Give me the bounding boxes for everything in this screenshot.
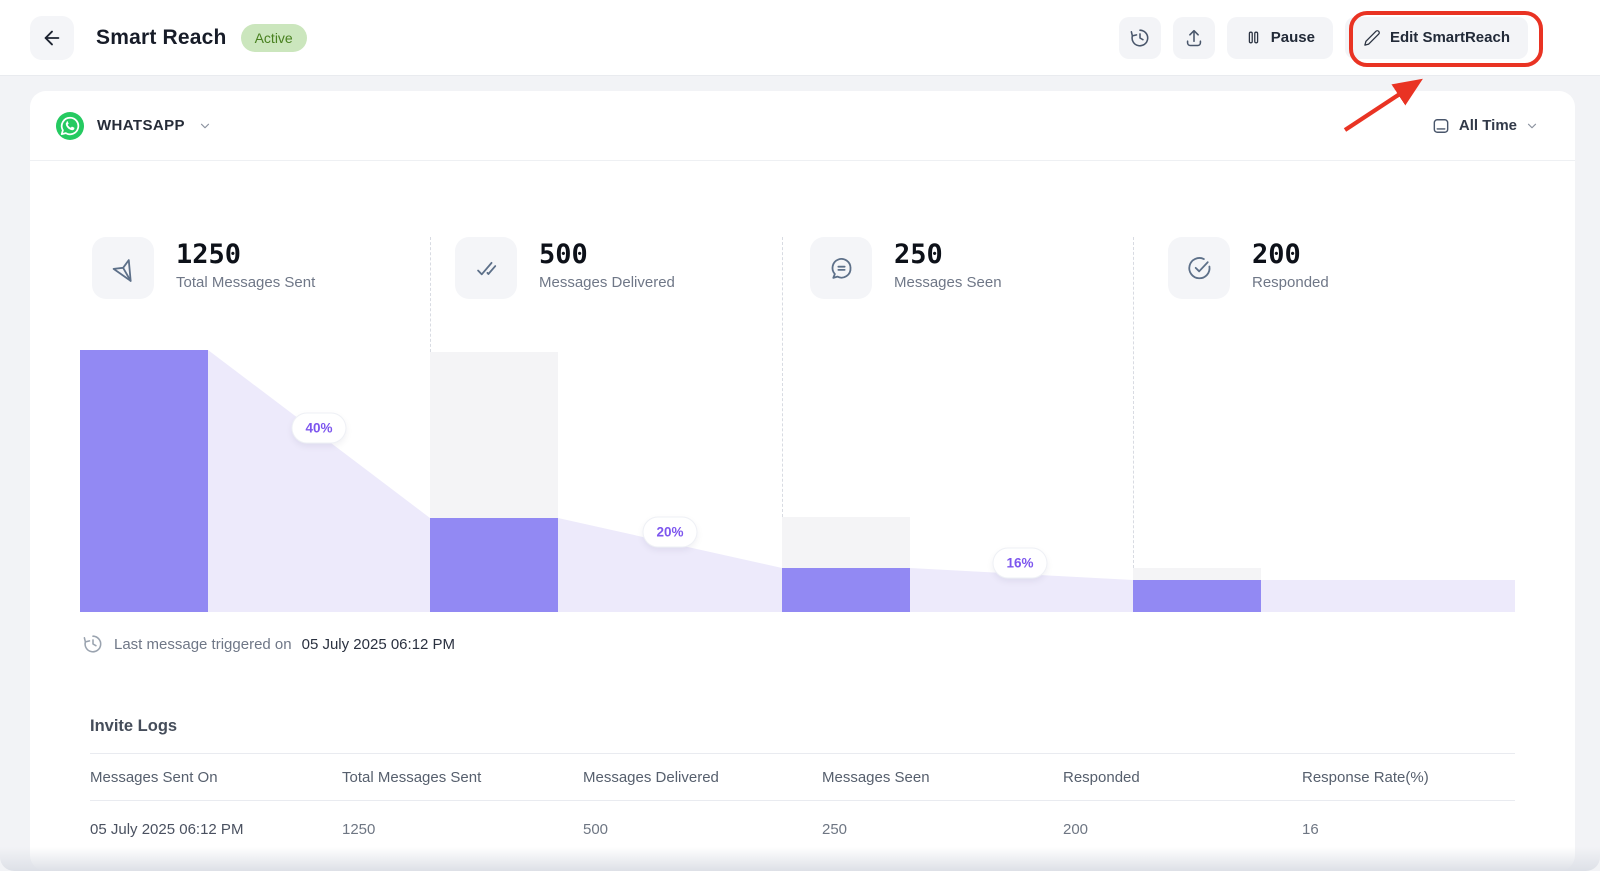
funnel-track-seen xyxy=(782,517,910,568)
top-bar-actions: Pause Edit SmartReach xyxy=(1119,17,1528,59)
stat-label: Total Messages Sent xyxy=(176,274,315,291)
last-triggered-line: Last message triggered on 05 July 2025 0… xyxy=(82,633,455,655)
invite-logs-title: Invite Logs xyxy=(90,717,1515,736)
calendar-icon xyxy=(1431,116,1451,136)
time-filter-dropdown[interactable]: All Time xyxy=(1431,116,1539,136)
funnel-bar-sent xyxy=(80,350,208,612)
funnel-track-responded xyxy=(1133,568,1261,580)
stat-value: 500 xyxy=(539,239,675,270)
log-cell-seen: 250 xyxy=(822,821,1063,838)
last-triggered-prefix: Last message triggered on xyxy=(114,636,292,653)
stat-label: Messages Seen xyxy=(894,274,1002,291)
stat-label: Responded xyxy=(1252,274,1329,291)
chevron-down-icon xyxy=(1525,119,1539,133)
column-header: Messages Seen xyxy=(822,769,1063,786)
funnel-bar-seen xyxy=(782,568,910,612)
time-filter-label: All Time xyxy=(1459,117,1517,134)
arrow-left-icon xyxy=(41,27,63,49)
message-seen-icon xyxy=(810,237,872,299)
conversion-badge-3: 16% xyxy=(993,549,1046,578)
stat-total-messages-sent: 1250 Total Messages Sent xyxy=(92,237,315,299)
whatsapp-icon xyxy=(56,112,84,140)
stat-messages-seen: 250 Messages Seen xyxy=(810,237,1002,299)
column-header: Responded xyxy=(1063,769,1302,786)
history-button[interactable] xyxy=(1119,17,1161,59)
column-header: Messages Delivered xyxy=(583,769,822,786)
pencil-icon xyxy=(1363,29,1381,47)
page-title: Smart Reach xyxy=(96,26,227,50)
export-button[interactable] xyxy=(1173,17,1215,59)
channel-dropdown[interactable]: WHATSAPP xyxy=(56,112,212,140)
invite-logs-header-row: Messages Sent On Total Messages Sent Mes… xyxy=(90,753,1515,801)
edit-smartreach-button[interactable]: Edit SmartReach xyxy=(1345,17,1528,59)
send-icon xyxy=(92,237,154,299)
log-cell-sent-on: 05 July 2025 06:12 PM xyxy=(90,821,342,838)
funnel-bar-delivered xyxy=(430,518,558,612)
edit-smartreach-label: Edit SmartReach xyxy=(1390,29,1510,46)
pause-button[interactable]: Pause xyxy=(1227,17,1333,59)
log-cell-response-rate: 16 xyxy=(1302,821,1515,838)
campaign-panel: WHATSAPP All Time 1250 To xyxy=(30,91,1575,871)
funnel-area-1 xyxy=(208,350,430,612)
top-bar: Smart Reach Active Pause Edit SmartReach xyxy=(0,0,1600,76)
check-circle-icon xyxy=(1168,237,1230,299)
panel-header: WHATSAPP All Time xyxy=(30,91,1575,161)
log-cell-total-sent: 1250 xyxy=(342,821,583,838)
pause-icon xyxy=(1245,29,1262,46)
invite-logs-row: 05 July 2025 06:12 PM 1250 500 250 200 1… xyxy=(90,801,1515,857)
pause-label: Pause xyxy=(1271,29,1315,46)
column-divider xyxy=(430,237,431,352)
stat-value: 250 xyxy=(894,239,1002,270)
history-clock-icon xyxy=(82,633,104,655)
channel-label: WHATSAPP xyxy=(97,117,185,134)
column-header: Total Messages Sent xyxy=(342,769,583,786)
double-check-icon xyxy=(455,237,517,299)
invite-logs-section: Invite Logs Messages Sent On Total Messa… xyxy=(30,717,1575,857)
funnel-chart: 40% 20% 16% xyxy=(80,350,1515,612)
funnel-track-delivered xyxy=(430,352,558,518)
stat-value: 1250 xyxy=(176,239,315,270)
upload-icon xyxy=(1183,27,1205,49)
last-triggered-datetime: 05 July 2025 06:12 PM xyxy=(302,636,455,653)
chevron-down-icon xyxy=(198,119,212,133)
history-clock-icon xyxy=(1129,27,1151,49)
status-badge: Active xyxy=(241,24,307,52)
stat-messages-delivered: 500 Messages Delivered xyxy=(455,237,675,299)
column-header: Response Rate(%) xyxy=(1302,769,1515,786)
column-header: Messages Sent On xyxy=(90,769,342,786)
log-cell-responded: 200 xyxy=(1063,821,1302,838)
back-button[interactable] xyxy=(30,16,74,60)
stat-responded: 200 Responded xyxy=(1168,237,1329,299)
conversion-badge-2: 20% xyxy=(643,518,696,547)
stat-value: 200 xyxy=(1252,239,1329,270)
funnel-bar-responded xyxy=(1133,580,1261,612)
funnel-area-4 xyxy=(1261,350,1515,612)
log-cell-delivered: 500 xyxy=(583,821,822,838)
funnel-section: 1250 Total Messages Sent 500 Messages De… xyxy=(30,161,1575,717)
conversion-badge-1: 40% xyxy=(292,414,345,443)
stat-label: Messages Delivered xyxy=(539,274,675,291)
funnel-area-2 xyxy=(558,350,782,612)
